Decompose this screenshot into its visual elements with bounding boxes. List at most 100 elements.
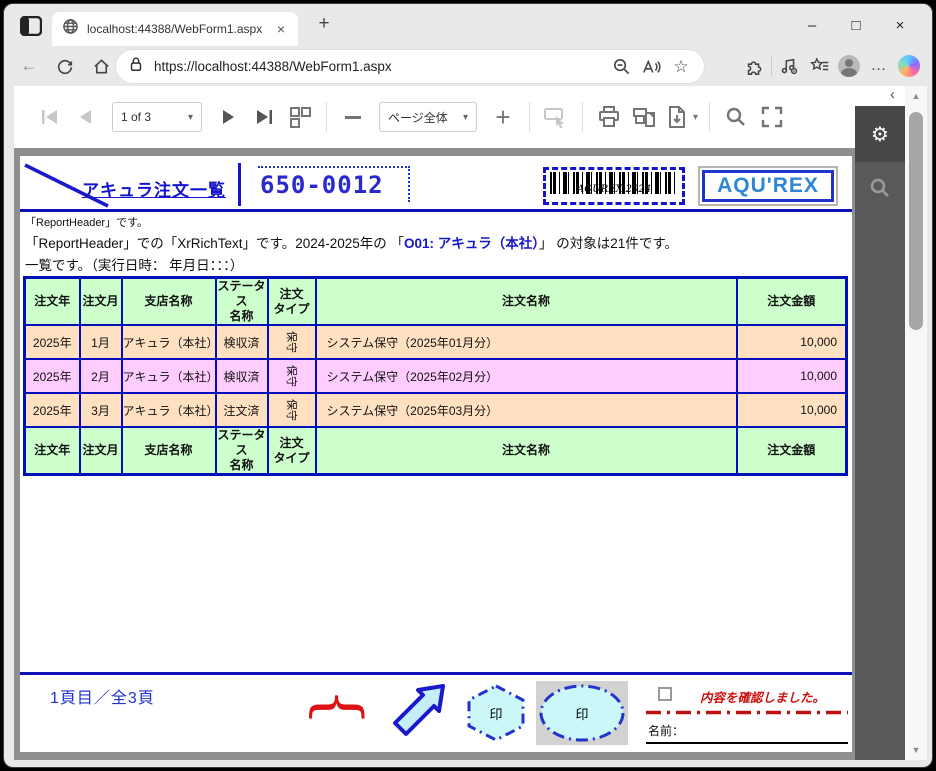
zoom-mode-selector[interactable]: ページ全体 ▾ bbox=[379, 102, 477, 132]
col-order-year: 注文年 bbox=[25, 427, 80, 475]
print-button[interactable] bbox=[594, 100, 624, 134]
close-button[interactable]: × bbox=[878, 10, 922, 40]
cell-type-text: 保守 bbox=[284, 399, 300, 421]
collapse-panel-icon[interactable]: ‹ bbox=[855, 86, 905, 106]
chevron-down-icon: ▾ bbox=[453, 112, 468, 123]
name-label: 名前： bbox=[648, 722, 684, 739]
multipage-view-icon[interactable] bbox=[285, 100, 315, 134]
favorite-star-icon[interactable]: ☆ bbox=[668, 56, 694, 78]
line2-suffix: 」 の対象は21件です。 bbox=[539, 236, 678, 251]
col-order-amount: 注文金額 bbox=[737, 427, 847, 475]
col-order-type: 注文 タイプ bbox=[268, 278, 316, 326]
red-dashdot-line bbox=[646, 710, 848, 715]
tab-actions-icon[interactable] bbox=[20, 16, 42, 36]
confirmation-block: 内容を確認しました。 名前： bbox=[646, 684, 848, 746]
scroll-up-icon[interactable]: ▲ bbox=[905, 91, 927, 101]
postal-code: 650-0012 bbox=[260, 171, 384, 199]
tab-close-icon[interactable]: × bbox=[272, 21, 290, 37]
cell-order-name: システム保守（2025年02月分） bbox=[316, 359, 737, 393]
report-title: アキュラ注文一覧 bbox=[66, 176, 242, 201]
search-tab[interactable] bbox=[855, 162, 905, 218]
browser-tab[interactable]: localhost:44388/WebForm1.aspx × bbox=[52, 12, 298, 46]
scrollbar-thumb[interactable] bbox=[909, 112, 923, 330]
page-selector[interactable]: 1 of 3 ▾ bbox=[112, 102, 202, 132]
settings-tab[interactable]: ⚙ bbox=[855, 106, 905, 162]
table-row: 2025年 1月 アキュラ（本社） 検収済 保守 システム保守（2025年01月… bbox=[25, 325, 847, 359]
fullscreen-button[interactable] bbox=[757, 100, 787, 134]
zoom-mode-value: ページ全体 bbox=[388, 109, 448, 126]
last-page-button[interactable] bbox=[249, 100, 279, 134]
logo-text: AQU'REX bbox=[702, 170, 834, 202]
print-page-button[interactable] bbox=[630, 100, 660, 134]
brace-glyph: { bbox=[309, 688, 369, 726]
cell-year: 2025年 bbox=[25, 393, 80, 427]
orders-table: 注文年 注文月 支店名称 ステータス 名称 注文 タイプ 注文名称 注文金額 2… bbox=[23, 276, 848, 476]
more-menu-icon[interactable]: … bbox=[864, 53, 894, 79]
header-divider bbox=[238, 163, 241, 206]
url-bar[interactable]: https://localhost:44388/WebForm1.aspx ☆ bbox=[116, 50, 704, 83]
export-button[interactable]: ▾ bbox=[666, 100, 698, 134]
zoom-in-button[interactable]: + bbox=[488, 100, 518, 134]
next-page-button[interactable] bbox=[213, 100, 243, 134]
profile-avatar[interactable] bbox=[834, 53, 864, 79]
scroll-down-icon[interactable]: ▼ bbox=[905, 745, 927, 755]
barcode-label: AQUREX-2024 bbox=[546, 184, 682, 195]
cell-amount: 10,000 bbox=[737, 325, 847, 359]
col-branch-name: 支店名称 bbox=[122, 427, 216, 475]
table-header-row: 注文年 注文月 支店名称 ステータス 名称 注文 タイプ 注文名称 注文金額 bbox=[25, 278, 847, 326]
zoom-out-icon[interactable] bbox=[608, 56, 634, 78]
confirm-checkbox[interactable] bbox=[658, 687, 672, 701]
cell-month: 3月 bbox=[80, 393, 122, 427]
refresh-icon[interactable] bbox=[54, 55, 76, 77]
col-order-type: 注文 タイプ bbox=[268, 427, 316, 475]
vertical-scrollbar[interactable]: ▲ ▼ bbox=[905, 86, 927, 760]
line2-highlight: O01: アキュラ（本社） bbox=[404, 236, 539, 251]
copilot-icon[interactable] bbox=[894, 53, 924, 79]
report-viewer: 1 of 3 ▾ ページ全体 ▾ + bbox=[14, 86, 927, 760]
extensions-icon[interactable] bbox=[739, 53, 769, 79]
header-rule bbox=[20, 209, 852, 212]
divider bbox=[709, 102, 710, 132]
cell-type: 保守 bbox=[268, 359, 316, 393]
chevron-down-icon: ▾ bbox=[693, 112, 698, 123]
first-page-button[interactable] bbox=[35, 100, 65, 134]
postal-code-box: 650-0012 bbox=[258, 166, 410, 202]
home-icon[interactable] bbox=[90, 55, 112, 77]
cell-amount: 10,000 bbox=[737, 393, 847, 427]
col-status-name: ステータス 名称 bbox=[216, 278, 268, 326]
report-line3: 一覧です。（実行日時： 年月日：：：） bbox=[25, 254, 243, 274]
hexagon-stamp: 印 bbox=[464, 683, 528, 743]
document-area: アキュラ注文一覧 650-0012 AQUREX-2024 AQU'REX 「R… bbox=[14, 148, 855, 760]
back-icon[interactable]: ← bbox=[18, 55, 40, 77]
previous-page-button[interactable] bbox=[71, 100, 101, 134]
divider bbox=[529, 102, 530, 132]
cell-type-text: 保守 bbox=[284, 331, 300, 353]
divider bbox=[771, 56, 772, 76]
table-row: 2025年 2月 アキュラ（本社） 検収済 保守 システム保守（2025年02月… bbox=[25, 359, 847, 393]
stamp-text: 印 bbox=[464, 683, 528, 743]
report-line2: 「ReportHeader」での「XrRichText」です。2024-2025… bbox=[25, 232, 678, 252]
globe-favicon-icon bbox=[62, 18, 79, 40]
search-button[interactable] bbox=[721, 100, 751, 134]
new-tab-button[interactable]: + bbox=[312, 13, 336, 35]
cell-amount: 10,000 bbox=[737, 359, 847, 393]
divider bbox=[326, 102, 327, 132]
gear-icon: ⚙ bbox=[871, 122, 889, 147]
report-page: アキュラ注文一覧 650-0012 AQUREX-2024 AQU'REX 「R… bbox=[20, 156, 852, 752]
maximize-button[interactable]: □ bbox=[834, 10, 878, 40]
media-controls-icon[interactable] bbox=[774, 53, 804, 79]
confirm-text: 内容を確認しました。 bbox=[700, 687, 825, 706]
collections-icon[interactable] bbox=[804, 53, 834, 79]
cell-branch: アキュラ（本社） bbox=[122, 359, 216, 393]
highlight-editing-fields-icon[interactable] bbox=[541, 100, 571, 134]
company-logo: AQU'REX bbox=[698, 166, 838, 206]
brace-shape: { bbox=[304, 686, 374, 728]
zoom-out-button[interactable] bbox=[338, 100, 368, 134]
cell-month: 2月 bbox=[80, 359, 122, 393]
cell-type-text: 保守 bbox=[284, 365, 300, 387]
minimize-button[interactable]: – bbox=[790, 10, 834, 40]
cell-order-name: システム保守（2025年03月分） bbox=[316, 393, 737, 427]
lock-icon[interactable] bbox=[128, 55, 144, 78]
url-text[interactable]: https://localhost:44388/WebForm1.aspx bbox=[154, 59, 604, 74]
read-aloud-icon[interactable] bbox=[638, 56, 664, 78]
